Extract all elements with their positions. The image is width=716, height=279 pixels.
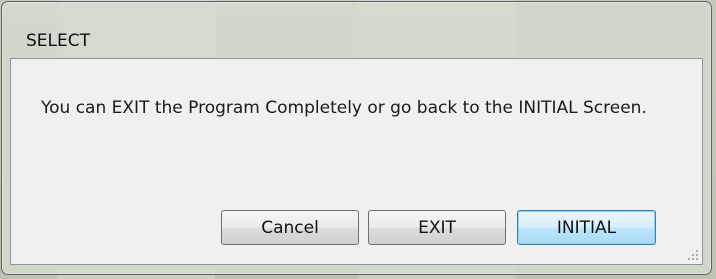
exit-button[interactable]: EXIT [368, 210, 506, 245]
cancel-button[interactable]: Cancel [221, 210, 359, 245]
resize-grip-icon[interactable] [687, 249, 699, 261]
dialog-message: You can EXIT the Program Completely or g… [41, 98, 647, 118]
title-bar[interactable]: SELECT [2, 2, 711, 57]
initial-button[interactable]: INITIAL [517, 210, 656, 245]
dialog-title: SELECT [26, 31, 90, 51]
dialog-content: You can EXIT the Program Completely or g… [10, 58, 703, 265]
select-dialog: SELECT You can EXIT the Program Complete… [1, 1, 712, 275]
